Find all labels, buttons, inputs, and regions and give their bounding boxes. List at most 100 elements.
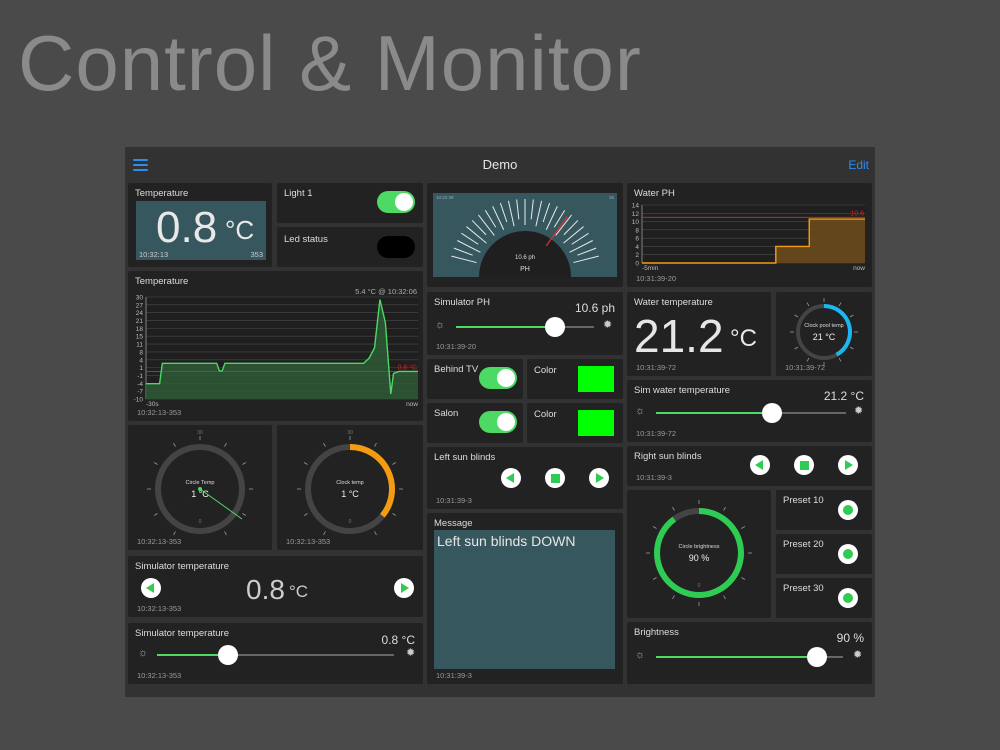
sun-low-icon: ☼ xyxy=(435,319,446,331)
dial-bottom-label: 0 xyxy=(199,519,202,525)
dial-tick xyxy=(794,346,799,350)
preset30-button[interactable] xyxy=(838,588,858,608)
y-tick-label: 14 xyxy=(632,203,640,210)
dial-tick xyxy=(303,462,308,465)
dial-tick xyxy=(723,506,726,511)
sim-temp-unit: °C xyxy=(289,582,309,601)
light1-toggle[interactable] xyxy=(377,191,415,213)
card-label: Salon xyxy=(434,408,459,419)
temperature-chart-card: Temperature 30 27 24 21 18 15 11 8 4 1 -1 -4 -7 -10 5.… xyxy=(128,271,423,421)
timestamp: 10:31:39-20 xyxy=(436,342,477,351)
gauge-label: PH xyxy=(520,266,530,273)
color2-card: Color xyxy=(527,403,623,443)
brightness-card: Brightness 90 % ☼ ✹ xyxy=(627,622,872,684)
water-temp-card: Water temperature 21.2 °C 10:31:39-72 xyxy=(627,292,771,376)
left-blinds-down-button[interactable] xyxy=(589,468,609,488)
x-axis-end-label: now xyxy=(406,401,418,407)
dial-pivot xyxy=(198,487,202,491)
dial-tick xyxy=(652,526,657,529)
timestamp: 10:32:13-353 xyxy=(137,604,182,613)
salon-card: Salon xyxy=(427,403,523,443)
y-tick-label: -10 xyxy=(134,397,144,404)
dial-tick xyxy=(741,577,746,580)
slider-knob[interactable] xyxy=(761,403,782,423)
left-blinds-card: Left sun blinds 10:31:39-3 xyxy=(427,447,623,509)
slider-knob[interactable] xyxy=(218,645,239,665)
preset20-card: Preset 20 xyxy=(776,534,872,574)
salon-toggle[interactable] xyxy=(479,411,517,433)
left-blinds-stop-button[interactable] xyxy=(545,468,565,488)
dial-bottom-label: 0 xyxy=(698,583,701,589)
brightness-slider[interactable] xyxy=(656,647,843,667)
dial-tick xyxy=(741,526,746,529)
arrow-left-icon xyxy=(506,473,514,483)
water-temp-unit: °C xyxy=(730,325,757,352)
sun-low-icon: ☼ xyxy=(635,405,646,417)
y-tick-label: 8 xyxy=(635,227,639,234)
arrow-right-icon xyxy=(401,583,409,593)
color1-swatch[interactable] xyxy=(578,366,614,392)
slider-knob[interactable] xyxy=(806,647,827,667)
behind-tv-toggle[interactable] xyxy=(479,367,517,389)
sim-water-temp-slider[interactable] xyxy=(656,403,846,423)
right-blinds-down-button[interactable] xyxy=(838,455,858,475)
threshold-label: 10.6 xyxy=(850,210,864,217)
increase-button[interactable] xyxy=(394,578,414,598)
temperature-value-card: Temperature 0.8 °C 10:32:13 353 xyxy=(128,183,272,267)
preset20-button[interactable] xyxy=(838,544,858,564)
card-label: Right sun blinds xyxy=(634,451,702,462)
y-tick-label: 27 xyxy=(136,302,144,309)
arrow-left-icon xyxy=(146,583,154,593)
card-label: Color xyxy=(534,365,557,376)
top-bar: Demo Edit xyxy=(125,147,875,182)
dial-tick xyxy=(806,302,810,307)
water-ph-chart: 1412108 642 0 10.6 -5min now xyxy=(632,203,866,273)
timestamp: 10:32:13-353 xyxy=(137,408,182,417)
timestamp: 10:32:13-353 xyxy=(137,671,182,680)
led-status-card: Led status xyxy=(277,227,423,267)
y-tick-label: 2 xyxy=(635,252,639,259)
decrease-button[interactable] xyxy=(141,578,161,598)
y-tick-label: -1 xyxy=(137,373,143,380)
stop-icon xyxy=(799,460,809,470)
right-blinds-up-button[interactable] xyxy=(750,455,770,475)
y-tick-label: 11 xyxy=(136,342,143,349)
dial-top-label: 30 xyxy=(197,430,203,436)
sun-high-icon: ✹ xyxy=(406,647,416,659)
sun-low-icon: ☼ xyxy=(138,647,149,659)
y-tick-label: -7 xyxy=(137,389,143,396)
dial-tick xyxy=(652,577,657,580)
dial-tick xyxy=(849,346,854,350)
preset30-card: Preset 30 xyxy=(776,578,872,618)
dial-tick xyxy=(173,531,176,536)
sun-high-icon: ✹ xyxy=(854,405,864,417)
light1-card: Light 1 xyxy=(277,183,423,223)
color2-swatch[interactable] xyxy=(578,410,614,436)
dial-value: 1 °C xyxy=(341,489,359,499)
sim-ph-slider[interactable] xyxy=(456,317,594,337)
x-axis-end-label: now xyxy=(853,265,865,272)
clock-pool-card: Clock pool temp 21 °C 10:31:39-72 xyxy=(776,292,872,376)
y-tick-label: 10 xyxy=(632,219,640,226)
sun-low-icon: ☼ xyxy=(635,649,646,661)
dial-tick xyxy=(794,314,799,318)
dial-value: 90 % xyxy=(689,553,710,563)
card-label: Behind TV xyxy=(434,364,479,375)
message-card: Message Left sun blinds DOWN 10:31:39-3 xyxy=(427,513,623,684)
preset10-button[interactable] xyxy=(838,500,858,520)
left-blinds-up-button[interactable] xyxy=(501,468,521,488)
right-blinds-stop-button[interactable] xyxy=(794,455,814,475)
sim-temp-slider[interactable] xyxy=(157,645,394,665)
stop-icon xyxy=(550,473,560,483)
x-axis-start-label: -30s xyxy=(146,401,159,407)
dial-tick xyxy=(242,513,247,516)
temperature-value: 0.8 xyxy=(156,203,218,252)
slider-knob[interactable] xyxy=(545,317,566,337)
y-tick-label: 8 xyxy=(139,349,143,356)
edit-button[interactable]: Edit xyxy=(848,158,869,172)
y-tick-label: 12 xyxy=(632,211,640,218)
sim-temp-slider-card: Simulator temperature 0.8 °C ☼ ✹ 10:32:1… xyxy=(128,623,423,684)
card-label: Simulator PH xyxy=(434,297,490,308)
dial-tick xyxy=(242,462,247,465)
hero-title: Control & Monitor xyxy=(18,19,642,107)
